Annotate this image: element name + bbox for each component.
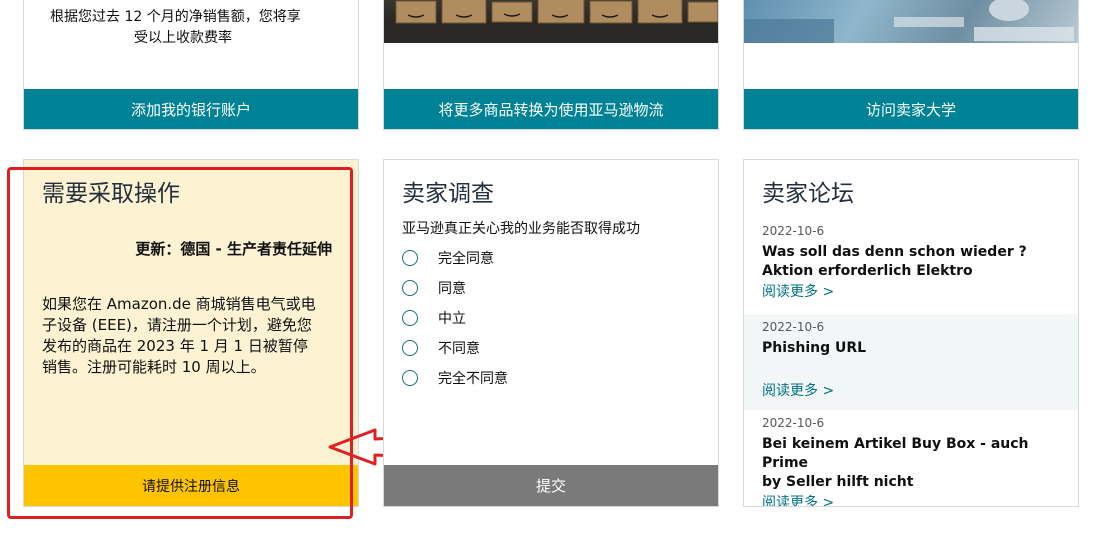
- forum-post-title[interactable]: Was soll das denn schon wieder ? Aktion …: [762, 243, 1060, 281]
- forum-post-date: 2022-10-6: [762, 416, 825, 430]
- survey-option-label: 完全同意: [438, 251, 494, 267]
- forum-post: 2022-10-6 Bei keinem Artikel Buy Box - a…: [744, 416, 1078, 506]
- forum-post: 2022-10-6 Was soll das denn schon wieder…: [744, 224, 1078, 314]
- survey-option-label: 不同意: [438, 341, 480, 357]
- forum-title: 卖家论坛: [762, 181, 854, 207]
- read-more-link[interactable]: 阅读更多 >: [762, 492, 1060, 506]
- survey-option-strongly-agree[interactable]: 完全同意: [402, 248, 494, 268]
- forum-post: 2022-10-6 Phishing URL 阅读更多 >: [744, 314, 1078, 410]
- bank-account-card: 根据您过去 12 个月的净销售额，您将享 受以上收款费率 添加我的银行账户: [23, 0, 359, 130]
- survey-option-label: 同意: [438, 281, 466, 297]
- fba-card: 将更多商品转换为使用亚马逊物流: [383, 0, 719, 130]
- forum-post-title-line2[interactable]: Aktion erforderlich Elektro: [762, 262, 1060, 281]
- radio-button-icon[interactable]: [402, 310, 418, 326]
- survey-option-label: 完全不同意: [438, 371, 508, 387]
- seller-forum-card: 卖家论坛 2022-10-6 Was soll das denn schon w…: [743, 159, 1079, 507]
- survey-option-neutral[interactable]: 中立: [402, 308, 466, 328]
- survey-option-label: 中立: [438, 311, 466, 327]
- seller-university-card: 访问卖家大学: [743, 0, 1079, 130]
- forum-post-date: 2022-10-6: [762, 224, 825, 238]
- forum-post-title-line1[interactable]: Bei keinem Artikel Buy Box - auch Prime: [762, 435, 1060, 473]
- add-bank-account-button[interactable]: 添加我的银行账户: [24, 89, 358, 129]
- survey-option-strongly-disagree[interactable]: 完全不同意: [402, 368, 508, 388]
- survey-option-disagree[interactable]: 不同意: [402, 338, 480, 358]
- forum-post-title-line2[interactable]: by Seller hilft nicht: [762, 473, 1060, 492]
- highlight-box: [7, 167, 353, 519]
- bank-card-description-line2: 受以上收款费率: [134, 30, 232, 46]
- radio-button-icon[interactable]: [402, 340, 418, 356]
- survey-submit-button[interactable]: 提交: [384, 465, 718, 506]
- forum-post-title[interactable]: Phishing URL: [762, 339, 1060, 358]
- forum-post-date: 2022-10-6: [762, 320, 825, 334]
- convert-to-fba-button[interactable]: 将更多商品转换为使用亚马逊物流: [384, 89, 718, 129]
- survey-title: 卖家调查: [402, 181, 494, 207]
- forum-post-title[interactable]: Bei keinem Artikel Buy Box - auch Prime …: [762, 435, 1060, 492]
- survey-option-agree[interactable]: 同意: [402, 278, 466, 298]
- seller-university-image: [744, 0, 1078, 43]
- seller-survey-card: 卖家调查 亚马逊真正关心我的业务能否取得成功 完全同意 同意 中立 不同意 完全…: [383, 159, 719, 507]
- radio-button-icon[interactable]: [402, 280, 418, 296]
- visit-seller-university-button[interactable]: 访问卖家大学: [744, 89, 1078, 129]
- forum-post-title-line1[interactable]: Phishing URL: [762, 339, 1060, 358]
- bank-card-description-line1: 根据您过去 12 个月的净销售额，您将享: [50, 9, 301, 25]
- read-more-link[interactable]: 阅读更多 >: [762, 380, 1060, 400]
- forum-post-title-line1[interactable]: Was soll das denn schon wieder ?: [762, 243, 1060, 262]
- survey-question: 亚马逊真正关心我的业务能否取得成功: [402, 221, 640, 237]
- read-more-link[interactable]: 阅读更多 >: [762, 281, 1060, 301]
- radio-button-icon[interactable]: [402, 370, 418, 386]
- radio-button-icon[interactable]: [402, 250, 418, 266]
- warehouse-boxes-image: [384, 0, 718, 43]
